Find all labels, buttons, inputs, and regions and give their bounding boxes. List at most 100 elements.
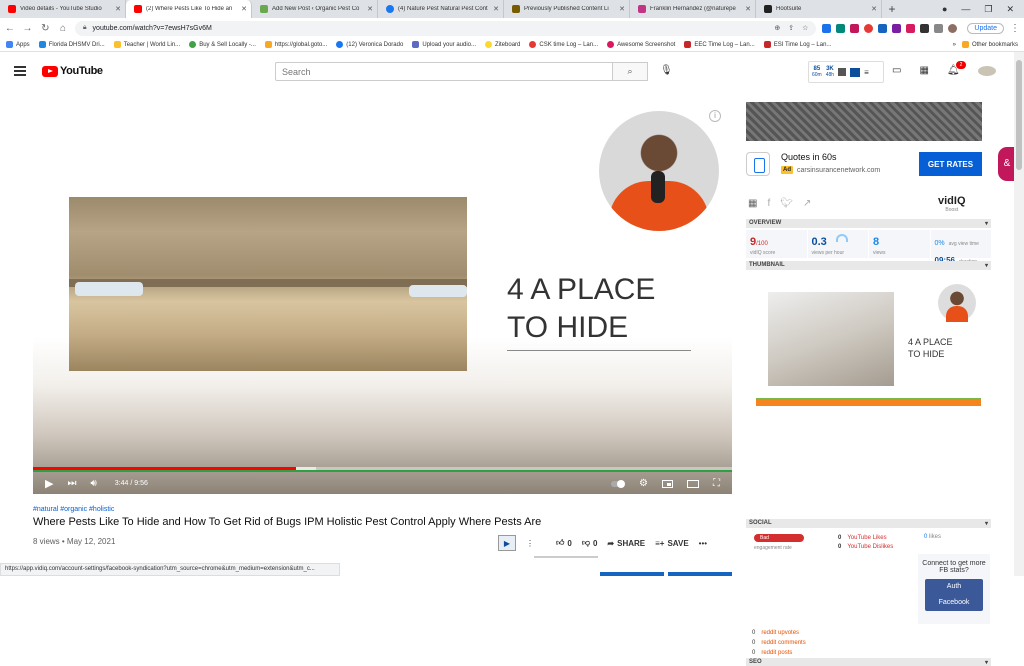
zoom-icon[interactable]: ⊕	[774, 24, 780, 32]
thumbnail-preview[interactable]	[768, 292, 894, 386]
close-tab-icon[interactable]: ✕	[241, 5, 247, 13]
more-bookmarks-icon[interactable]: »	[953, 42, 956, 48]
close-tab-icon[interactable]: ✕	[619, 5, 625, 13]
save-button[interactable]: ≡+ SAVE	[655, 539, 689, 548]
bookmark-item[interactable]: Teacher | World Lin...	[113, 41, 180, 48]
overview-header[interactable]: OVERVIEW ▾	[746, 219, 991, 228]
extension-icon[interactable]	[836, 23, 846, 33]
vidiq-chart-icon[interactable]	[838, 68, 847, 76]
vidiq-header-widget[interactable]: 85 60m 3K 48h ≡	[808, 61, 884, 83]
facebook-icon[interactable]: f	[767, 198, 770, 209]
twitter-icon[interactable]: 🐦︎	[780, 198, 793, 209]
microphone-icon[interactable]: 🎙︎	[660, 65, 673, 76]
reload-icon[interactable]: ↻	[39, 23, 51, 34]
search-button[interactable]: ⌕	[612, 62, 648, 81]
close-tab-icon[interactable]: ✕	[871, 5, 877, 13]
bookmark-star-icon[interactable]: ☆	[802, 24, 808, 32]
bookmark-item[interactable]: Awesome Screenshot	[607, 41, 675, 48]
bookmark-item[interactable]: Florida DHSMV Dri...	[38, 41, 105, 48]
theater-mode-icon[interactable]	[687, 479, 699, 488]
share-button[interactable]: ➦ SHARE	[607, 539, 645, 548]
next-icon[interactable]: ⏭︎	[67, 478, 76, 489]
other-bookmarks[interactable]: Other bookmarks	[961, 41, 1018, 48]
new-tab-button[interactable]: +	[882, 0, 902, 18]
info-icon[interactable]: i	[709, 110, 721, 122]
back-icon[interactable]: ←	[4, 23, 16, 34]
vidiq-play-icon[interactable]	[850, 67, 861, 77]
browser-menu-icon[interactable]: ⋮	[1010, 23, 1020, 34]
play-icon[interactable]: ▶	[45, 477, 53, 490]
minimize-button[interactable]: —	[961, 4, 970, 14]
url-field[interactable]: 🔒︎ youtube.com/watch?v=7ewsH7sGv6M ⊕ ⇪ ☆	[74, 20, 817, 36]
autoplay-toggle-icon[interactable]	[611, 479, 626, 488]
profile-avatar-icon[interactable]	[948, 23, 958, 33]
youtube-logo[interactable]: YouTube	[42, 65, 103, 77]
extension-icon[interactable]	[864, 23, 874, 33]
grid-view-icon[interactable]: ▦	[748, 198, 757, 209]
forward-icon[interactable]: →	[22, 23, 34, 34]
hashtags[interactable]: #natural #organic #holistic	[33, 506, 114, 513]
social-header[interactable]: SOCIAL ▾	[746, 519, 991, 528]
close-tab-icon[interactable]: ✕	[493, 5, 499, 13]
browser-tab-active[interactable]: (2) Where Pests Like To Hide an ✕	[126, 0, 252, 18]
page-scrollbar[interactable]	[1014, 52, 1024, 576]
volume-icon[interactable]: 🔊︎	[90, 478, 96, 489]
blue-button[interactable]	[600, 572, 664, 576]
ad-banner-image[interactable]	[746, 102, 982, 141]
bookmark-apps[interactable]: Apps	[6, 41, 30, 48]
browser-tab[interactable]: Hootsuite ✕	[756, 0, 882, 18]
like-button[interactable]: 👍︎ 0	[556, 538, 572, 548]
browser-tab[interactable]: Video details - YouTube Studio ✕	[0, 0, 126, 18]
home-icon[interactable]: ⌂	[57, 23, 69, 34]
bookmark-item[interactable]: Buy & Sell Locally -...	[189, 41, 256, 48]
more-vert-icon[interactable]: ⋮	[526, 539, 534, 548]
bookmark-item[interactable]: Upload your audio...	[412, 41, 476, 48]
browser-tab[interactable]: Franklin Hernandez (@naturepe ✕	[630, 0, 756, 18]
trend-chart-icon[interactable]: ↗	[803, 198, 811, 209]
browser-tab[interactable]: (4) Nature Pest Natural Pest Cont ✕	[378, 0, 504, 18]
extension-icon[interactable]	[892, 23, 902, 33]
search-input[interactable]: Search	[275, 62, 613, 81]
maximize-button[interactable]: ❐	[984, 4, 992, 15]
create-video-icon[interactable]: ▭	[892, 65, 901, 76]
bookmark-item[interactable]: (12) Veronica Dorado	[336, 41, 403, 48]
more-actions-icon[interactable]: •••	[699, 539, 707, 548]
share-page-icon[interactable]: ⇪	[788, 24, 794, 32]
close-window-button[interactable]: ✕	[1006, 4, 1014, 15]
seo-header[interactable]: SEO ▾	[746, 658, 991, 666]
bookmark-item[interactable]: ESI Time Log – Lan...	[763, 41, 831, 48]
close-tab-icon[interactable]: ✕	[115, 5, 121, 13]
bookmark-item[interactable]: https://global.goto...	[264, 41, 327, 48]
miniplayer-icon[interactable]	[662, 479, 673, 488]
close-tab-icon[interactable]: ✕	[367, 5, 373, 13]
bookmark-item[interactable]: EEC Time Log – Lan...	[684, 41, 755, 48]
account-avatar[interactable]	[978, 66, 996, 76]
extension-icon[interactable]	[920, 23, 930, 33]
vidiq-menu-icon[interactable]: ≡	[864, 68, 869, 77]
browser-tab[interactable]: Add New Post ‹ Organic Pest Co ✕	[252, 0, 378, 18]
auth-facebook-button[interactable]: Auth Facebook	[925, 579, 983, 611]
close-tab-icon[interactable]: ✕	[745, 5, 751, 13]
get-rates-button[interactable]: GET RATES	[919, 152, 982, 176]
settings-gear-icon[interactable]: ⚙	[639, 478, 648, 489]
ad-card[interactable]: Quotes in 60s Ad carsinsurancenetwork.com…	[746, 148, 991, 182]
dislike-button[interactable]: 👎︎ 0	[582, 538, 598, 548]
blue-button[interactable]	[668, 572, 732, 576]
thumbnail-header[interactable]: THUMBNAIL ▾	[746, 261, 991, 270]
fullscreen-icon[interactable]: ⛶	[713, 478, 720, 489]
extensions-puzzle-icon[interactable]	[934, 23, 944, 33]
extension-icon[interactable]	[850, 23, 860, 33]
scrollbar-thumb[interactable]	[1016, 60, 1022, 170]
vidiq-action-icon[interactable]: ▶	[498, 535, 516, 551]
bookmark-item[interactable]: Ziteboard	[485, 41, 520, 48]
apps-grid-icon[interactable]: ▦	[919, 65, 928, 76]
profile-menu-icon[interactable]: ●	[942, 4, 947, 14]
browser-tab[interactable]: Previously Published Content Li ✕	[504, 0, 630, 18]
vidiq-logo[interactable]: vidIQ Boost	[938, 195, 966, 213]
extension-icon[interactable]	[822, 23, 832, 33]
hamburger-menu-icon[interactable]	[14, 66, 26, 76]
extension-icon[interactable]	[878, 23, 888, 33]
bookmark-item[interactable]: CSK time Log – Lan...	[529, 41, 598, 48]
video-player[interactable]: 4 A PLACE TO HIDE i ▶ ⏭︎ 🔊︎ 3:44 / 9:56 ⚙…	[33, 101, 732, 494]
extension-icon[interactable]	[906, 23, 916, 33]
